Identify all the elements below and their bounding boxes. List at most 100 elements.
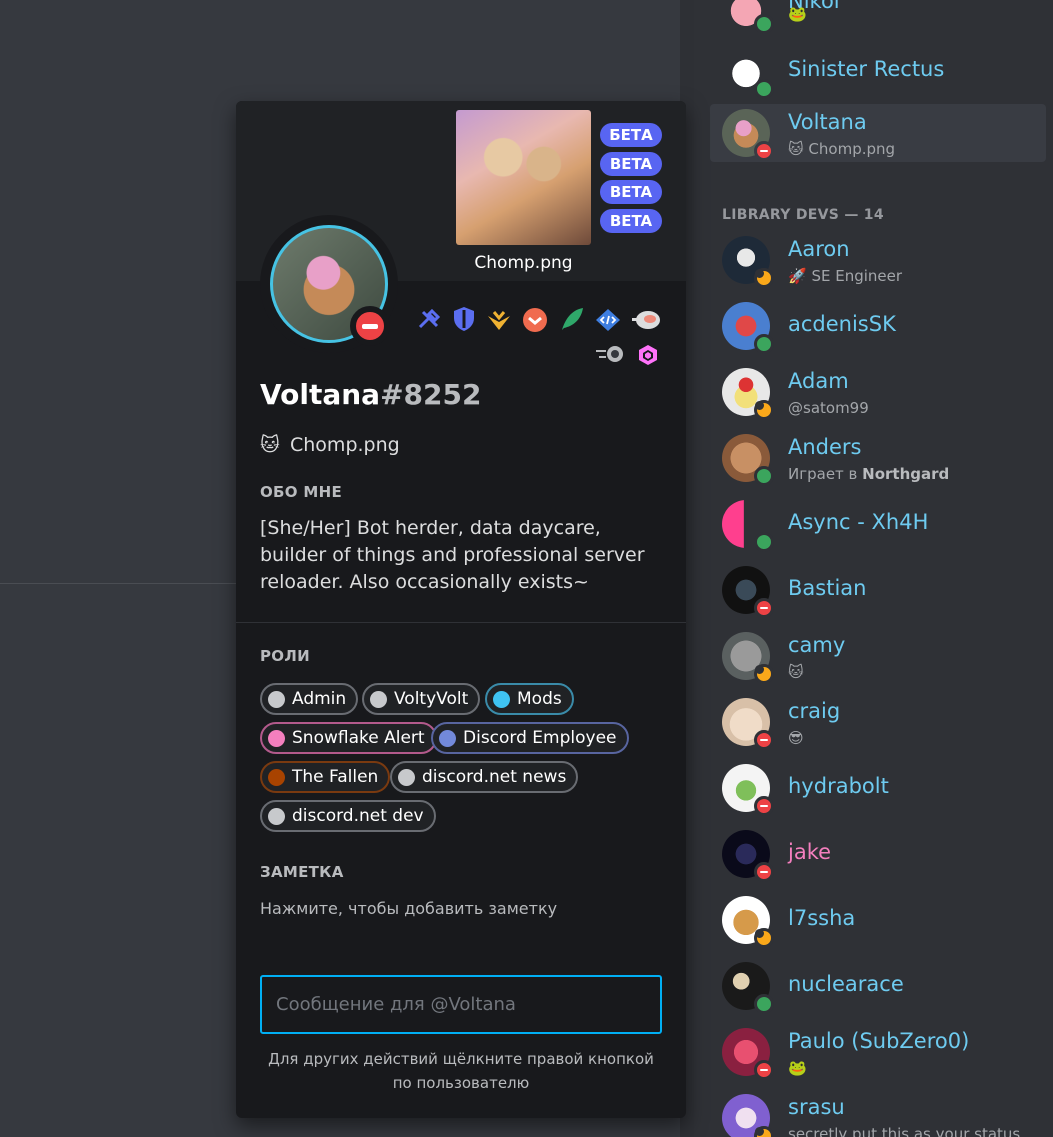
status-dnd-icon [754, 141, 774, 161]
divider [236, 622, 686, 623]
member-item[interactable]: Bastian [710, 561, 1046, 619]
status-text: Играет в [788, 465, 858, 483]
member-activity: @satom99 [788, 399, 869, 417]
status-dnd-icon [754, 1060, 774, 1080]
member-item[interactable]: Aaron 🚀 SE Engineer [710, 231, 1046, 289]
member-name: Paulo (SubZero0) [788, 1029, 970, 1053]
server-boost-icon[interactable] [635, 342, 661, 368]
member-name: jake [788, 840, 832, 864]
role-label: VoltyVolt [394, 689, 469, 709]
status-online-icon [754, 334, 774, 354]
hypesquad-icon[interactable] [522, 307, 548, 333]
member-item[interactable]: Adam @satom99 [710, 363, 1046, 421]
role-label: Discord Employee [463, 728, 617, 748]
member-item-nikol[interactable]: Nikol 🐸 [710, 0, 1046, 35]
member-item[interactable]: acdenisSK [710, 297, 1046, 355]
status-online-icon [754, 532, 774, 552]
status-online-icon [754, 466, 774, 486]
status-online-icon [754, 14, 774, 34]
member-list: Nikol 🐸 Sinister Rectus Voltana 🐱 Chomp.… [694, 0, 1053, 1137]
username[interactable]: Voltana#8252 [260, 378, 481, 411]
member-item[interactable]: camy 🐱 [710, 627, 1046, 685]
role-the-fallen[interactable]: The Fallen [260, 761, 391, 793]
member-activity: 🐱 [788, 663, 804, 681]
status-idle-icon [754, 928, 774, 948]
member-name: l7ssha [788, 906, 856, 930]
beta-badge: BETA [600, 152, 662, 176]
member-item[interactable]: srasu secretly put this as your status [710, 1089, 1046, 1137]
note-field[interactable]: Нажмите, чтобы добавить заметку [260, 899, 557, 918]
status-idle-icon [754, 664, 774, 684]
member-name: acdenisSK [788, 312, 896, 336]
role-voltyvolt[interactable]: VoltyVolt [362, 683, 481, 715]
role-color-dot [268, 769, 285, 786]
roles-title: РОЛИ [260, 647, 310, 665]
member-item[interactable]: Anders Играет в Northgard [710, 429, 1046, 487]
status-dnd-icon [754, 598, 774, 618]
member-activity: 🚀 SE Engineer [788, 267, 902, 285]
member-name: craig [788, 699, 841, 723]
username-text: Voltana [260, 378, 381, 411]
role-label: Snowflake Alert [292, 728, 425, 748]
member-activity: 😎 [788, 729, 804, 747]
role-label: discord.net news [422, 767, 567, 787]
member-activity: 🐱 Chomp.png [788, 140, 895, 158]
member-name: srasu [788, 1095, 845, 1119]
message-input[interactable] [260, 975, 662, 1034]
user-profile-popout: Chomp.png БЕТА BETA BETA BETA Voltana#82… [236, 101, 686, 1118]
role-discord-net-dev[interactable]: discord.net dev [260, 800, 436, 832]
status-idle-icon [754, 1126, 774, 1137]
member-activity: Играет в Northgard [788, 465, 949, 483]
nitro-icon[interactable] [631, 307, 661, 333]
role-mods[interactable]: Mods [485, 683, 574, 715]
role-discord-net-news[interactable]: discord.net news [390, 761, 579, 793]
role-snowflake-alert[interactable]: Snowflake Alert [260, 722, 437, 754]
member-item[interactable]: jake [710, 825, 1046, 883]
member-activity: 🐸 [788, 1059, 807, 1077]
role-color-dot [439, 730, 456, 747]
status-text: secretly put this as your status [788, 1125, 1021, 1137]
role-color-dot [268, 691, 285, 708]
note-title: ЗАМЕТКА [260, 863, 344, 881]
status-emoji: 🐱 [788, 663, 804, 681]
status-dnd-icon [754, 862, 774, 882]
status-text: Chomp.png [808, 140, 896, 158]
developer-icon[interactable] [595, 307, 621, 333]
boost-orb-icon[interactable] [594, 341, 626, 367]
status-emoji: 🐸 [788, 1059, 807, 1077]
member-name: Adam [788, 369, 849, 393]
member-item[interactable]: nuclearace [710, 957, 1046, 1015]
member-item[interactable]: Async - Xh4H [710, 495, 1046, 553]
role-discord-employee[interactable]: Discord Employee [431, 722, 629, 754]
member-item[interactable]: craig 😎 [710, 693, 1046, 751]
bug-hunter-gold-icon[interactable] [486, 307, 512, 333]
shield-icon[interactable] [451, 306, 477, 332]
member-item[interactable]: l7ssha [710, 891, 1046, 949]
custom-status-text: Chomp.png [290, 434, 400, 456]
member-item-sinister-rectus[interactable]: Sinister Rectus [710, 42, 1046, 100]
member-name: camy [788, 633, 846, 657]
beta-badge: БЕТА [600, 123, 662, 147]
member-name: Bastian [788, 576, 867, 600]
role-color-dot [268, 808, 285, 825]
role-color-dot [493, 691, 510, 708]
member-item-voltana[interactable]: Voltana 🐱 Chomp.png [710, 104, 1046, 162]
staff-tools-icon[interactable] [416, 307, 442, 333]
about-text: [She/Her] Bot herder, data daycare, buil… [260, 517, 645, 593]
leaf-icon[interactable] [559, 306, 585, 332]
about-title: ОБО МНЕ [260, 483, 342, 501]
discriminator: #8252 [380, 378, 482, 411]
member-name: hydrabolt [788, 774, 889, 798]
status-online-icon [754, 79, 774, 99]
status-emoji: 🚀 [788, 267, 807, 285]
member-item[interactable]: Paulo (SubZero0) 🐸 [710, 1023, 1046, 1081]
member-item[interactable]: hydrabolt [710, 759, 1046, 817]
status-dnd-icon [754, 730, 774, 750]
status-online-icon [754, 994, 774, 1014]
status-emoji: 🐱 [260, 434, 280, 456]
role-admin[interactable]: Admin [260, 683, 359, 715]
status-idle-icon [754, 400, 774, 420]
status-idle-icon [754, 268, 774, 288]
status-text: @satom99 [788, 399, 869, 417]
role-label: Admin [292, 689, 347, 709]
